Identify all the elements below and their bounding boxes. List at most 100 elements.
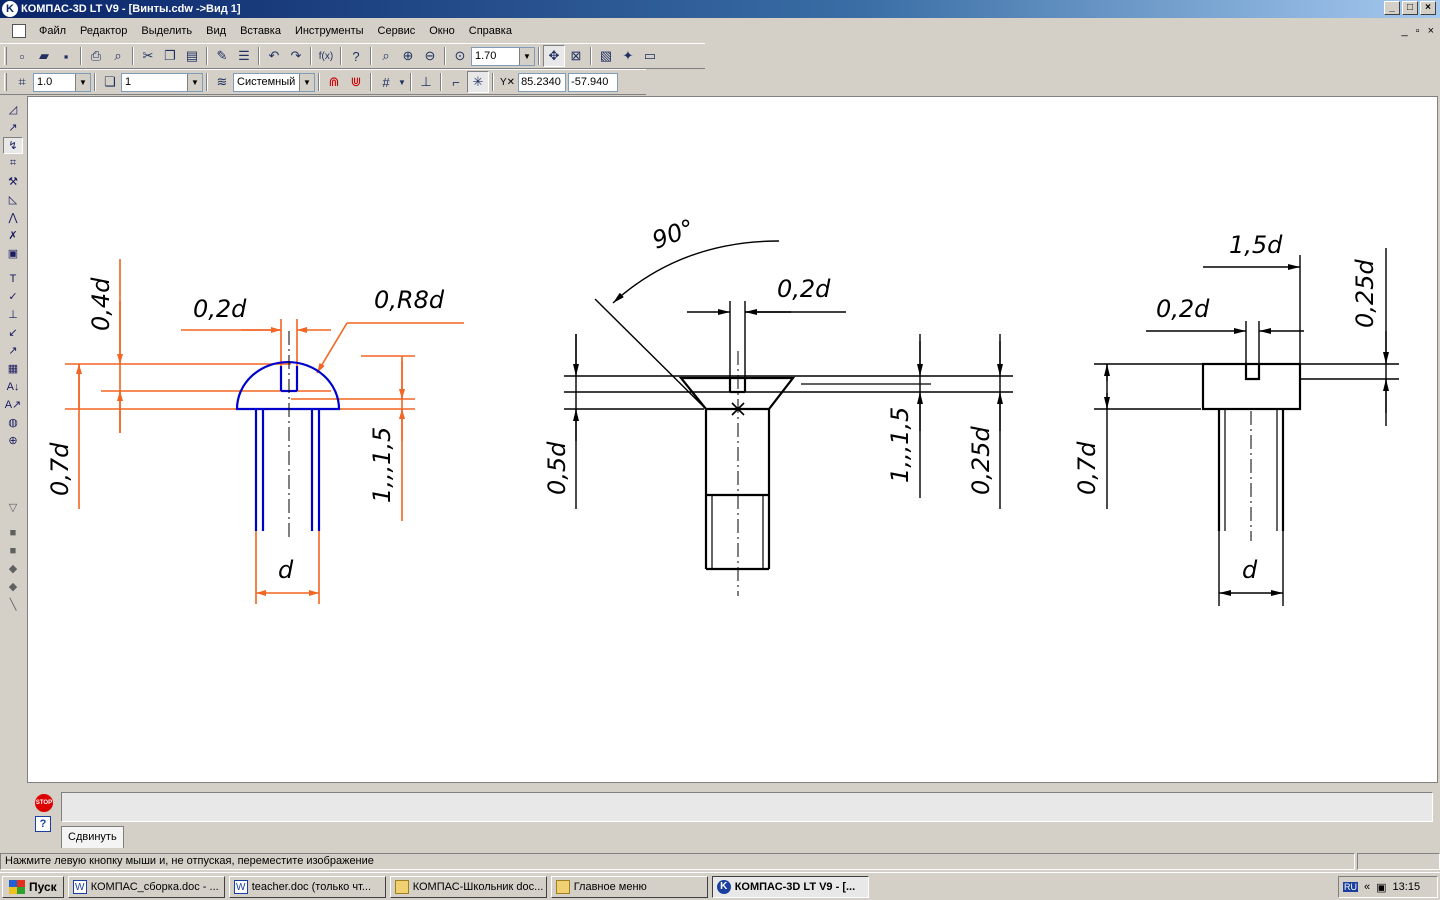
select-icon[interactable]: ⋀ xyxy=(3,209,23,226)
pan-icon[interactable]: ✥ xyxy=(543,45,565,67)
help-icon[interactable]: ? xyxy=(35,816,51,832)
text-tool-icon[interactable]: T xyxy=(3,270,23,287)
zoom-combo[interactable]: 1.70 ▼ xyxy=(471,46,535,66)
drawing-canvas[interactable]: 0,4d 0,2d 0,R8d 0,7d 1,,,1,5 d 90° 0,2d … xyxy=(27,96,1438,783)
menu-file[interactable]: Файл xyxy=(32,25,73,37)
base-icon[interactable]: ⊥ xyxy=(3,306,23,323)
task-button-kompas[interactable]: K КОМПАС-3D LT V9 - [... xyxy=(711,875,869,898)
cursor-step-icon[interactable]: ⌗ xyxy=(11,71,33,93)
variables-icon[interactable]: f(x) xyxy=(315,45,337,67)
refresh-icon[interactable]: ▧ xyxy=(595,45,617,67)
axis-icon[interactable]: ◍ xyxy=(3,414,23,431)
doc-restore-button[interactable]: ▫ xyxy=(1416,25,1420,37)
menu-window[interactable]: Окно xyxy=(422,25,462,37)
view-arrow-icon[interactable]: A↗ xyxy=(3,396,23,413)
zoom-out-icon[interactable]: ⊖ xyxy=(419,45,441,67)
display-icon[interactable]: ▭ xyxy=(639,45,661,67)
chevron-down-icon[interactable]: ▼ xyxy=(299,73,314,91)
redo-icon[interactable]: ↷ xyxy=(285,45,307,67)
y-coord-field[interactable]: -57.940 xyxy=(568,72,619,92)
chevron-down-icon[interactable]: ▼ xyxy=(397,71,407,93)
task-button-word-2[interactable]: W teacher.doc (только чт... xyxy=(228,875,386,898)
line-style-icon[interactable]: ≋ xyxy=(211,71,233,93)
close-button[interactable]: × xyxy=(1420,1,1436,15)
layer-combo[interactable]: 1 ▼ xyxy=(121,72,203,92)
print-preview-icon[interactable]: ⌕ xyxy=(107,45,129,67)
chevron-down-icon[interactable]: ▼ xyxy=(187,73,202,91)
measure-icon[interactable]: ◺ xyxy=(3,191,23,208)
show-hidden-icons-button[interactable]: « xyxy=(1364,881,1370,893)
print-icon[interactable]: ⎙ xyxy=(85,45,107,67)
shape-1-icon[interactable]: ■ xyxy=(3,524,23,541)
parametrization-icon[interactable]: ⚒ xyxy=(3,173,23,190)
section-line-icon[interactable]: A↓ xyxy=(3,378,23,395)
menu-insert[interactable]: Вставка xyxy=(233,25,288,37)
snap-magnet-icon[interactable]: ⋒ xyxy=(323,71,345,93)
leader-icon[interactable]: ↙ xyxy=(3,324,23,341)
roughness-icon[interactable]: ✓ xyxy=(3,288,23,305)
menu-edit[interactable]: Редактор xyxy=(73,25,134,37)
geometry-icon[interactable]: ◿ xyxy=(3,101,23,118)
save-icon[interactable]: ▪ xyxy=(55,45,77,67)
task-button-folder-1[interactable]: КОМПАС-Школьник doc... xyxy=(389,875,547,898)
stop-icon[interactable]: STOP xyxy=(35,794,53,812)
filter-icon[interactable]: ▽ xyxy=(3,499,23,516)
manager-icon[interactable]: ✦ xyxy=(617,45,639,67)
reports-icon[interactable]: ▣ xyxy=(3,245,23,262)
shape-3-icon[interactable]: ◆ xyxy=(3,560,23,577)
toolbar-grip[interactable] xyxy=(4,73,7,91)
position-icon[interactable]: ↗ xyxy=(3,342,23,359)
task-button-word-1[interactable]: W КОМПАС_сборка.doc - ... xyxy=(67,875,225,898)
ortho-icon[interactable]: ⌐ xyxy=(445,71,467,93)
layers-icon[interactable]: ❏ xyxy=(99,71,121,93)
cut-icon[interactable]: ✂ xyxy=(137,45,159,67)
maximize-button[interactable]: □ xyxy=(1402,1,1418,15)
menu-select[interactable]: Выделить xyxy=(134,25,199,37)
zoom-all-icon[interactable]: ⊠ xyxy=(565,45,587,67)
open-folder-icon[interactable]: ▰ xyxy=(33,45,55,67)
document-icon[interactable] xyxy=(12,24,26,38)
chevron-down-icon[interactable]: ▼ xyxy=(519,47,534,65)
network-icon[interactable]: ▣ xyxy=(1376,881,1386,894)
new-document-icon[interactable]: ▫ xyxy=(11,45,33,67)
task-button-folder-2[interactable]: Главное меню xyxy=(550,875,708,898)
menu-tools[interactable]: Инструменты xyxy=(288,25,371,37)
language-indicator[interactable]: RU xyxy=(1343,882,1358,892)
copy-icon[interactable]: ❐ xyxy=(159,45,181,67)
designations-icon[interactable]: ↯ xyxy=(3,137,23,154)
doc-minimize-button[interactable]: _ xyxy=(1402,25,1408,37)
doc-close-button[interactable]: × xyxy=(1428,25,1434,37)
snap-local-icon[interactable]: ⋓ xyxy=(345,71,367,93)
editing-icon[interactable]: ⌗ xyxy=(3,155,23,172)
toolbar-grip[interactable] xyxy=(4,47,7,65)
paste-icon[interactable]: ▤ xyxy=(181,45,203,67)
start-button[interactable]: Пуск xyxy=(2,875,64,898)
step-combo[interactable]: 1.0 ▼ xyxy=(33,72,91,92)
menu-view[interactable]: Вид xyxy=(199,25,233,37)
menu-help[interactable]: Справка xyxy=(462,25,519,37)
style-combo[interactable]: Системный ▼ xyxy=(233,72,315,92)
properties-icon[interactable]: ☰ xyxy=(233,45,255,67)
local-cs-icon[interactable]: ⊥ xyxy=(415,71,437,93)
menu-service[interactable]: Сервис xyxy=(371,25,423,37)
format-painter-icon[interactable]: ✎ xyxy=(211,45,233,67)
help-pointer-icon[interactable]: ? xyxy=(345,45,367,67)
shape-2-icon[interactable]: ■ xyxy=(3,542,23,559)
minimize-button[interactable]: _ xyxy=(1384,1,1400,15)
spec-icon[interactable]: ✗ xyxy=(3,227,23,244)
zoom-window-icon[interactable]: ⌕ xyxy=(375,45,397,67)
line-tool-icon[interactable]: ╲ xyxy=(3,596,23,613)
tab-pan[interactable]: Сдвинуть xyxy=(61,826,124,848)
dimensions-icon[interactable]: ↗ xyxy=(3,119,23,136)
kompas-app-icon[interactable]: K xyxy=(2,1,18,17)
tolerance-icon[interactable]: ▦ xyxy=(3,360,23,377)
zoom-scale-icon[interactable]: ⊙ xyxy=(449,45,471,67)
chevron-down-icon[interactable]: ▼ xyxy=(75,73,90,91)
center-mark-icon[interactable]: ⊕ xyxy=(3,432,23,449)
round-coords-icon[interactable]: ✳ xyxy=(467,71,489,93)
undo-icon[interactable]: ↶ xyxy=(263,45,285,67)
grid-icon[interactable]: # xyxy=(375,71,397,93)
x-coord-field[interactable]: 85.2340 xyxy=(518,72,567,92)
shape-4-icon[interactable]: ◆ xyxy=(3,578,23,595)
zoom-in-icon[interactable]: ⊕ xyxy=(397,45,419,67)
